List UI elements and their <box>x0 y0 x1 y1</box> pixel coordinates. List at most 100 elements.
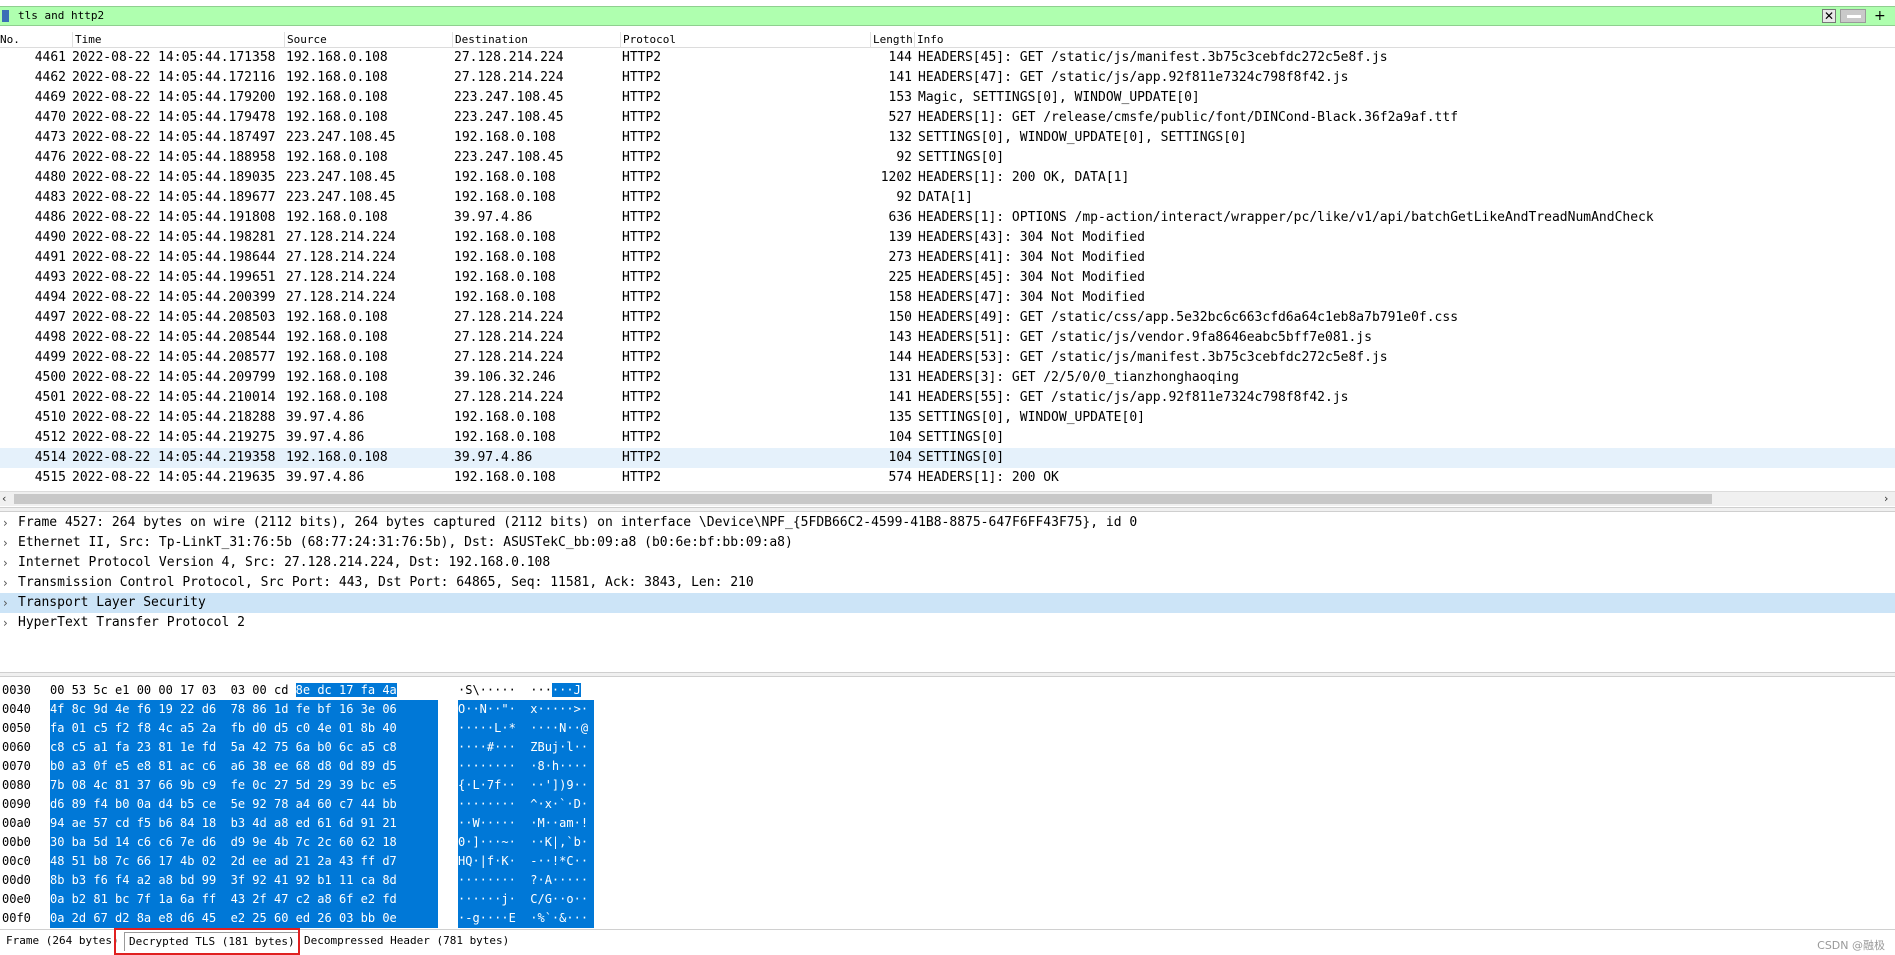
packet-row[interactable]: 44762022-08-22 14:05:44.188958192.168.0.… <box>0 148 1895 168</box>
byte-ascii[interactable]: ········ ^·x·`·D· <box>458 795 594 814</box>
byte-ascii[interactable]: ······j· C/G··o·· <box>458 890 594 909</box>
expand-arrow-icon[interactable]: › <box>3 593 8 613</box>
byte-hex[interactable]: 94 ae 57 cd f5 b6 84 18 b3 4d a8 ed 61 6… <box>50 814 438 833</box>
packet-row[interactable]: 44992022-08-22 14:05:44.208577192.168.0.… <box>0 348 1895 368</box>
byte-ascii[interactable]: {·L·7f·· ··'])9·· <box>458 776 594 795</box>
byte-hex[interactable]: c8 c5 a1 fa 23 81 1e fd 5a 42 75 6a b0 6… <box>50 738 438 757</box>
column-header-protocol[interactable]: Protocol <box>620 32 870 48</box>
packet-row[interactable]: 44912022-08-22 14:05:44.19864427.128.214… <box>0 248 1895 268</box>
byte-ascii[interactable]: ········ ?·A····· <box>458 871 594 890</box>
byte-ascii[interactable]: ····#··· ZBuj·l·· <box>458 738 594 757</box>
packet-row[interactable]: 44732022-08-22 14:05:44.187497223.247.10… <box>0 128 1895 148</box>
bookmark-icon[interactable] <box>2 10 9 22</box>
display-filter-input[interactable]: tls and http2 <box>18 9 104 23</box>
detail-tree-item[interactable]: ›HyperText Transfer Protocol 2 <box>0 613 1895 633</box>
packet-row[interactable]: 44972022-08-22 14:05:44.208503192.168.0.… <box>0 308 1895 328</box>
expand-arrow-icon[interactable]: › <box>3 613 8 633</box>
byte-hex[interactable]: 7b 08 4c 81 37 66 9b c9 fe 0c 27 5d 29 3… <box>50 776 438 795</box>
packet-row[interactable]: 45002022-08-22 14:05:44.209799192.168.0.… <box>0 368 1895 388</box>
byte-hex[interactable]: fa 01 c5 f2 f8 4c a5 2a fb d0 d5 c0 4e 0… <box>50 719 438 738</box>
byte-hex[interactable]: 8b b3 f6 f4 a2 a8 bd 99 3f 92 41 92 b1 1… <box>50 871 438 890</box>
pane-splitter[interactable] <box>0 672 1895 677</box>
column-header-time[interactable]: Time <box>72 32 286 48</box>
detail-tree-item[interactable]: ›Transmission Control Protocol, Src Port… <box>0 573 1895 593</box>
byte-hex[interactable]: 0a b2 81 bc 7f 1a 6a ff 43 2f 47 c2 a8 6… <box>50 890 438 909</box>
packet-row[interactable]: 44902022-08-22 14:05:44.19828127.128.214… <box>0 228 1895 248</box>
packet-source: 39.97.4.86 <box>286 468 364 488</box>
packet-row[interactable]: 45142022-08-22 14:05:44.219358192.168.0.… <box>0 448 1895 468</box>
byte-ascii[interactable]: HQ·|f·K· -··!*C·· <box>458 852 594 871</box>
add-filter-button[interactable]: + <box>1874 8 1886 24</box>
packet-row[interactable]: 45122022-08-22 14:05:44.21927539.97.4.86… <box>0 428 1895 448</box>
packet-row[interactable]: 44832022-08-22 14:05:44.189677223.247.10… <box>0 188 1895 208</box>
byte-hex[interactable]: d6 89 f4 b0 0a d4 b5 ce 5e 92 78 a4 60 c… <box>50 795 438 814</box>
packet-row[interactable]: 45152022-08-22 14:05:44.21963539.97.4.86… <box>0 468 1895 488</box>
byte-hex[interactable]: 30 ba 5d 14 c6 c6 7e d6 d9 9e 4b 7c 2c 6… <box>50 833 438 852</box>
packet-info: DATA[1] <box>918 188 973 208</box>
packet-row[interactable]: 45102022-08-22 14:05:44.21828839.97.4.86… <box>0 408 1895 428</box>
byte-ascii[interactable]: 0·]···~· ··K|,`b· <box>458 833 594 852</box>
byte-hex[interactable]: b0 a3 0f e5 e8 81 ac c6 a6 38 ee 68 d8 0… <box>50 757 438 776</box>
packet-row[interactable]: 44612022-08-22 14:05:44.171358192.168.0.… <box>0 48 1895 68</box>
byte-hex[interactable]: 00 53 5c e1 00 00 17 03 03 00 cd 8e dc 1… <box>50 681 438 700</box>
byte-hex[interactable]: 48 51 b8 7c 66 17 4b 02 2d ee ad 21 2a 4… <box>50 852 438 871</box>
byte-hex[interactable]: 4f 8c 9d 4e f6 19 22 d6 78 86 1d fe bf 1… <box>50 700 438 719</box>
packet-length: 141 <box>850 388 912 408</box>
byte-ascii[interactable]: O··N··"· x·····>· <box>458 700 594 719</box>
expand-arrow-icon[interactable]: › <box>3 553 8 573</box>
byte-ascii[interactable]: ·····L·* ····N··@ <box>458 719 594 738</box>
packet-info: SETTINGS[0] <box>918 448 1004 468</box>
byte-row: 00f00a 2d 67 d2 8a e8 d6 45 e2 25 60 ed … <box>0 909 1895 928</box>
packet-destination: 192.168.0.108 <box>454 248 556 268</box>
packet-row[interactable]: 44702022-08-22 14:05:44.179478192.168.0.… <box>0 108 1895 128</box>
packet-time: 2022-08-22 14:05:44.199651 <box>72 268 276 288</box>
packet-row[interactable]: 44942022-08-22 14:05:44.20039927.128.214… <box>0 288 1895 308</box>
byte-hex[interactable]: 0a 2d 67 d2 8a e8 d6 45 e2 25 60 ed 26 0… <box>50 909 438 928</box>
scroll-left-icon[interactable]: ‹ <box>2 492 6 506</box>
byte-ascii[interactable]: ·S\····· ······J <box>458 681 594 700</box>
byte-row: 00c048 51 b8 7c 66 17 4b 02 2d ee ad 21 … <box>0 852 1895 871</box>
pane-splitter[interactable] <box>0 507 1895 512</box>
packet-no: 4497 <box>0 308 66 328</box>
packet-no: 4512 <box>0 428 66 448</box>
column-header-source[interactable]: Source <box>284 32 452 48</box>
byte-ascii[interactable]: ··W····· ·M··am·! <box>458 814 594 833</box>
byte-ascii[interactable]: ·-g····E ·%`·&··· <box>458 909 594 928</box>
scrollbar-thumb[interactable] <box>14 494 1712 504</box>
packet-protocol: HTTP2 <box>622 188 661 208</box>
tab-decompressed-header[interactable]: Decompressed Header (781 bytes) <box>300 932 513 950</box>
byte-row: 00b030 ba 5d 14 c6 c6 7e d6 d9 9e 4b 7c … <box>0 833 1895 852</box>
column-header-destination[interactable]: Destination <box>452 32 620 48</box>
packet-row[interactable]: 44802022-08-22 14:05:44.189035223.247.10… <box>0 168 1895 188</box>
detail-tree-item[interactable]: ›Frame 4527: 264 bytes on wire (2112 bit… <box>0 513 1895 533</box>
tab-frame[interactable]: Frame (264 bytes) <box>2 932 123 950</box>
expand-arrow-icon[interactable]: › <box>3 513 8 533</box>
packet-no: 4493 <box>0 268 66 288</box>
packet-row[interactable]: 44862022-08-22 14:05:44.191808192.168.0.… <box>0 208 1895 228</box>
byte-ascii[interactable]: ········ ·8·h···· <box>458 757 594 776</box>
packet-protocol: HTTP2 <box>622 448 661 468</box>
packet-row[interactable]: 45012022-08-22 14:05:44.210014192.168.0.… <box>0 388 1895 408</box>
packet-row[interactable]: 44622022-08-22 14:05:44.172116192.168.0.… <box>0 68 1895 88</box>
apply-filter-button[interactable] <box>1840 9 1866 23</box>
detail-tree-item[interactable]: ›Internet Protocol Version 4, Src: 27.12… <box>0 553 1895 573</box>
packet-destination: 192.168.0.108 <box>454 168 556 188</box>
expand-arrow-icon[interactable]: › <box>3 573 8 593</box>
column-header-no[interactable]: No. <box>0 32 72 48</box>
bytes-tab-bar: Frame (264 bytes) Decrypted TLS (181 byt… <box>0 929 1895 955</box>
packet-row[interactable]: 44692022-08-22 14:05:44.179200192.168.0.… <box>0 88 1895 108</box>
clear-filter-icon[interactable]: ✕ <box>1822 9 1836 23</box>
packet-time: 2022-08-22 14:05:44.191808 <box>72 208 276 228</box>
packet-row[interactable]: 44982022-08-22 14:05:44.208544192.168.0.… <box>0 328 1895 348</box>
packet-list-horizontal-scrollbar[interactable]: ‹ › <box>0 491 1895 506</box>
scroll-right-icon[interactable]: › <box>1884 492 1888 506</box>
packet-info: HEADERS[1]: 200 OK <box>918 468 1059 488</box>
expand-arrow-icon[interactable]: › <box>3 533 8 553</box>
packet-destination: 27.128.214.224 <box>454 388 564 408</box>
detail-tree-item[interactable]: ›Transport Layer Security <box>0 593 1895 613</box>
detail-tree-item[interactable]: ›Ethernet II, Src: Tp-LinkT_31:76:5b (68… <box>0 533 1895 553</box>
column-header-info[interactable]: Info <box>914 32 1884 48</box>
column-header-length[interactable]: Length <box>870 32 914 48</box>
packet-length: 153 <box>850 88 912 108</box>
packet-row[interactable]: 44932022-08-22 14:05:44.19965127.128.214… <box>0 268 1895 288</box>
